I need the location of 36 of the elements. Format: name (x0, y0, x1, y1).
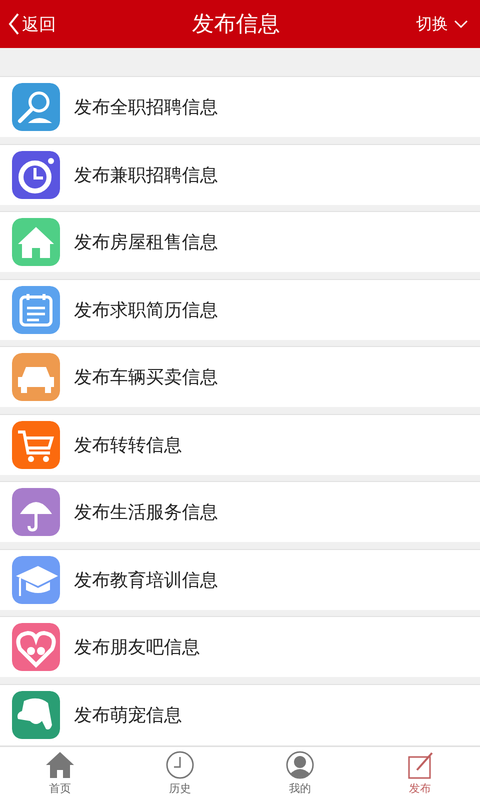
nav-tab[interactable]: 历史 (120, 747, 240, 800)
nav-tab[interactable]: 我的 (240, 747, 360, 800)
list-item[interactable]: 发布兼职招聘信息 (0, 144, 480, 204)
switch-button[interactable]: 切换 (416, 14, 468, 34)
item-label: 发布生活服务信息 (74, 501, 218, 524)
clock-icon (165, 751, 195, 779)
chevron-down-icon (454, 20, 468, 28)
item-label: 发布房屋租售信息 (74, 231, 218, 254)
item-label: 发布朋友吧信息 (74, 636, 200, 659)
tab-label: 发布 (409, 781, 431, 796)
nav-tab[interactable]: 发布 (360, 747, 480, 800)
item-label: 发布求职简历信息 (74, 298, 218, 322)
list-item[interactable]: 发布车辆买卖信息 (0, 346, 480, 407)
tab-label: 首页 (49, 781, 71, 796)
item-label: 发布萌宠信息 (74, 704, 182, 726)
back-button[interactable]: 返回 (8, 12, 56, 36)
page-title: 发布信息 (192, 11, 280, 39)
tab-label: 历史 (169, 781, 191, 796)
item-label: 发布教育培训信息 (74, 568, 218, 592)
tab-label: 我的 (289, 781, 311, 796)
list-item[interactable]: 发布转转信息 (0, 414, 480, 474)
list-item[interactable]: 发布生活服务信息 (0, 481, 480, 542)
item-label: 发布全职招聘信息 (74, 96, 218, 119)
item-label: 发布车辆买卖信息 (74, 366, 218, 389)
list-item[interactable]: 发布教育培训信息 (0, 548, 480, 610)
list-item[interactable]: 发布求职简历信息 (0, 278, 480, 340)
home-icon (45, 751, 75, 779)
item-label: 发布转转信息 (74, 434, 182, 456)
list-item[interactable]: 发布全职招聘信息 (0, 76, 480, 137)
item-label: 发布兼职招聘信息 (74, 164, 218, 186)
back-icon (8, 12, 20, 36)
list-item[interactable]: 发布朋友吧信息 (0, 616, 480, 677)
list-item[interactable]: 发布萌宠信息 (0, 684, 480, 744)
user-icon (285, 751, 315, 779)
nav-tab[interactable]: 首页 (0, 747, 120, 800)
list-item[interactable]: 发布房屋租售信息 (0, 211, 480, 272)
